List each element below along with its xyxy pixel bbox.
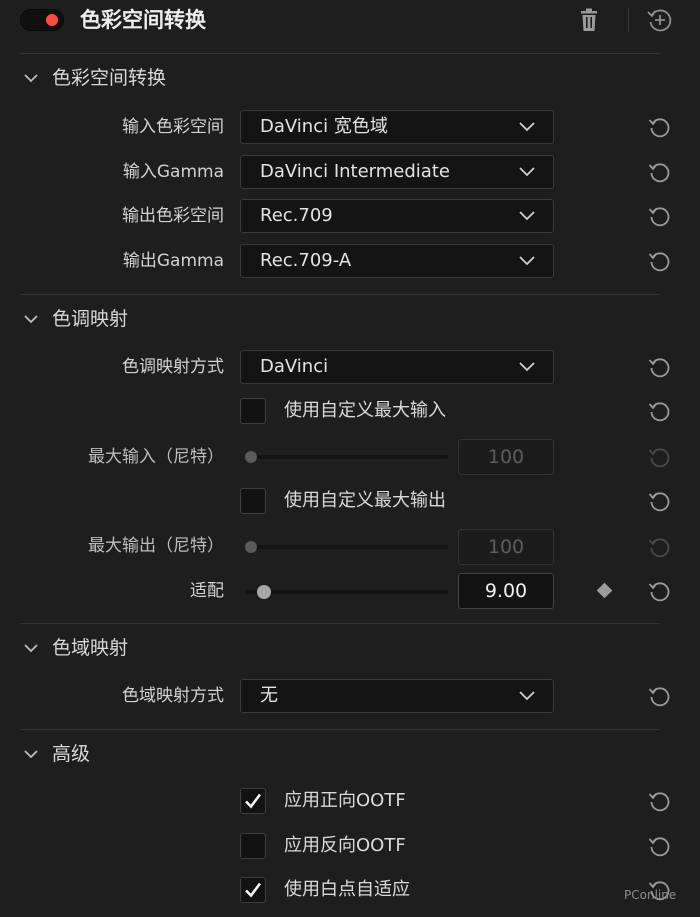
custom-max-input-label[interactable]: 使用自定义最大输入 (284, 398, 446, 424)
forward-ootf-label[interactable]: 应用正向OOTF (284, 788, 406, 814)
divider (20, 729, 660, 730)
divider (20, 53, 660, 54)
chevron-down-icon (519, 167, 535, 177)
chevron-down-icon (519, 256, 535, 266)
chevron-down-icon[interactable] (24, 747, 38, 761)
adaptation-value-field[interactable]: 9.00 (458, 573, 554, 609)
chevron-down-icon (519, 211, 535, 221)
reset-icon[interactable] (648, 160, 672, 184)
reset-all-icon[interactable] (646, 6, 674, 34)
section-title-color-space[interactable]: 色彩空间转换 (52, 63, 166, 93)
chevron-down-icon (519, 362, 535, 372)
divider (20, 294, 660, 295)
divider (20, 623, 660, 624)
reset-icon[interactable] (648, 489, 672, 513)
section-title-advanced[interactable]: 高级 (52, 739, 90, 769)
dropdown-value: Rec.709-A (260, 250, 352, 271)
white-point-adapt-label[interactable]: 使用白点自适应 (284, 877, 410, 903)
adaptation-label: 适配 (190, 581, 224, 601)
max-output-slider-knob[interactable] (245, 541, 257, 553)
node-enable-toggle[interactable] (20, 9, 64, 31)
reset-icon[interactable] (648, 684, 672, 708)
reset-icon[interactable] (648, 579, 672, 603)
inverse-ootf-label[interactable]: 应用反向OOTF (284, 833, 406, 859)
input-color-space-label: 输入色彩空间 (122, 117, 224, 137)
checkmark-icon (245, 793, 262, 809)
input-gamma-label: 输入Gamma (122, 162, 224, 182)
inverse-ootf-checkbox[interactable] (240, 833, 266, 859)
dropdown-value: 无 (260, 685, 278, 706)
dropdown-value: Rec.709 (260, 205, 333, 226)
adaptation-slider-knob[interactable] (257, 585, 272, 599)
toggle-indicator (46, 14, 58, 26)
max-input-label: 最大输入（尼特） (88, 447, 224, 467)
reset-icon[interactable] (648, 834, 672, 858)
dropdown-value: DaVinci Intermediate (260, 161, 450, 182)
max-output-slider-track[interactable] (246, 545, 448, 549)
reset-icon[interactable] (648, 249, 672, 273)
keyframe-icon[interactable] (596, 582, 613, 599)
chevron-down-icon[interactable] (24, 312, 38, 326)
max-input-slider-knob[interactable] (245, 451, 257, 463)
white-point-adapt-checkbox[interactable] (240, 877, 266, 903)
gamut-mapping-method-label: 色域映射方式 (122, 686, 224, 706)
max-input-slider-track[interactable] (246, 455, 448, 459)
panel-title: 色彩空间转换 (80, 8, 206, 32)
input-gamma-dropdown[interactable]: DaVinci Intermediate (240, 155, 554, 189)
tone-mapping-method-label: 色调映射方式 (122, 357, 224, 377)
max-input-value-field[interactable]: 100 (458, 439, 554, 475)
output-gamma-label: 输出Gamma (122, 251, 224, 271)
reset-icon[interactable] (648, 204, 672, 228)
output-color-space-dropdown[interactable]: Rec.709 (240, 199, 554, 233)
custom-max-input-checkbox[interactable] (240, 398, 266, 424)
checkmark-icon (245, 882, 262, 898)
output-color-space-label: 输出色彩空间 (122, 206, 224, 226)
custom-max-output-label[interactable]: 使用自定义最大输出 (284, 488, 446, 514)
forward-ootf-checkbox[interactable] (240, 788, 266, 814)
trash-icon[interactable] (579, 8, 599, 32)
watermark: PConline (624, 888, 677, 902)
chevron-down-icon (519, 122, 535, 132)
dropdown-value: DaVinci 宽色域 (260, 116, 388, 137)
chevron-down-icon[interactable] (24, 71, 38, 85)
section-title-gamut-mapping[interactable]: 色域映射 (52, 633, 128, 663)
section-title-tone-mapping[interactable]: 色调映射 (52, 304, 128, 334)
custom-max-output-checkbox[interactable] (240, 488, 266, 514)
reset-icon (648, 448, 670, 468)
adaptation-slider-track[interactable] (246, 590, 448, 594)
output-gamma-dropdown[interactable]: Rec.709-A (240, 244, 554, 278)
chevron-down-icon (519, 691, 535, 701)
dropdown-value: DaVinci (260, 356, 329, 377)
max-output-value-field[interactable]: 100 (458, 529, 554, 565)
reset-icon[interactable] (648, 399, 672, 423)
chevron-down-icon[interactable] (24, 641, 38, 655)
input-color-space-dropdown[interactable]: DaVinci 宽色域 (240, 110, 554, 144)
header-separator (628, 8, 629, 32)
reset-icon[interactable] (648, 355, 672, 379)
reset-icon[interactable] (648, 115, 672, 139)
tone-mapping-method-dropdown[interactable]: DaVinci (240, 350, 554, 384)
max-output-label: 最大输出（尼特） (88, 536, 224, 556)
gamut-mapping-method-dropdown[interactable]: 无 (240, 679, 554, 713)
reset-icon (648, 538, 670, 558)
reset-icon[interactable] (648, 789, 672, 813)
